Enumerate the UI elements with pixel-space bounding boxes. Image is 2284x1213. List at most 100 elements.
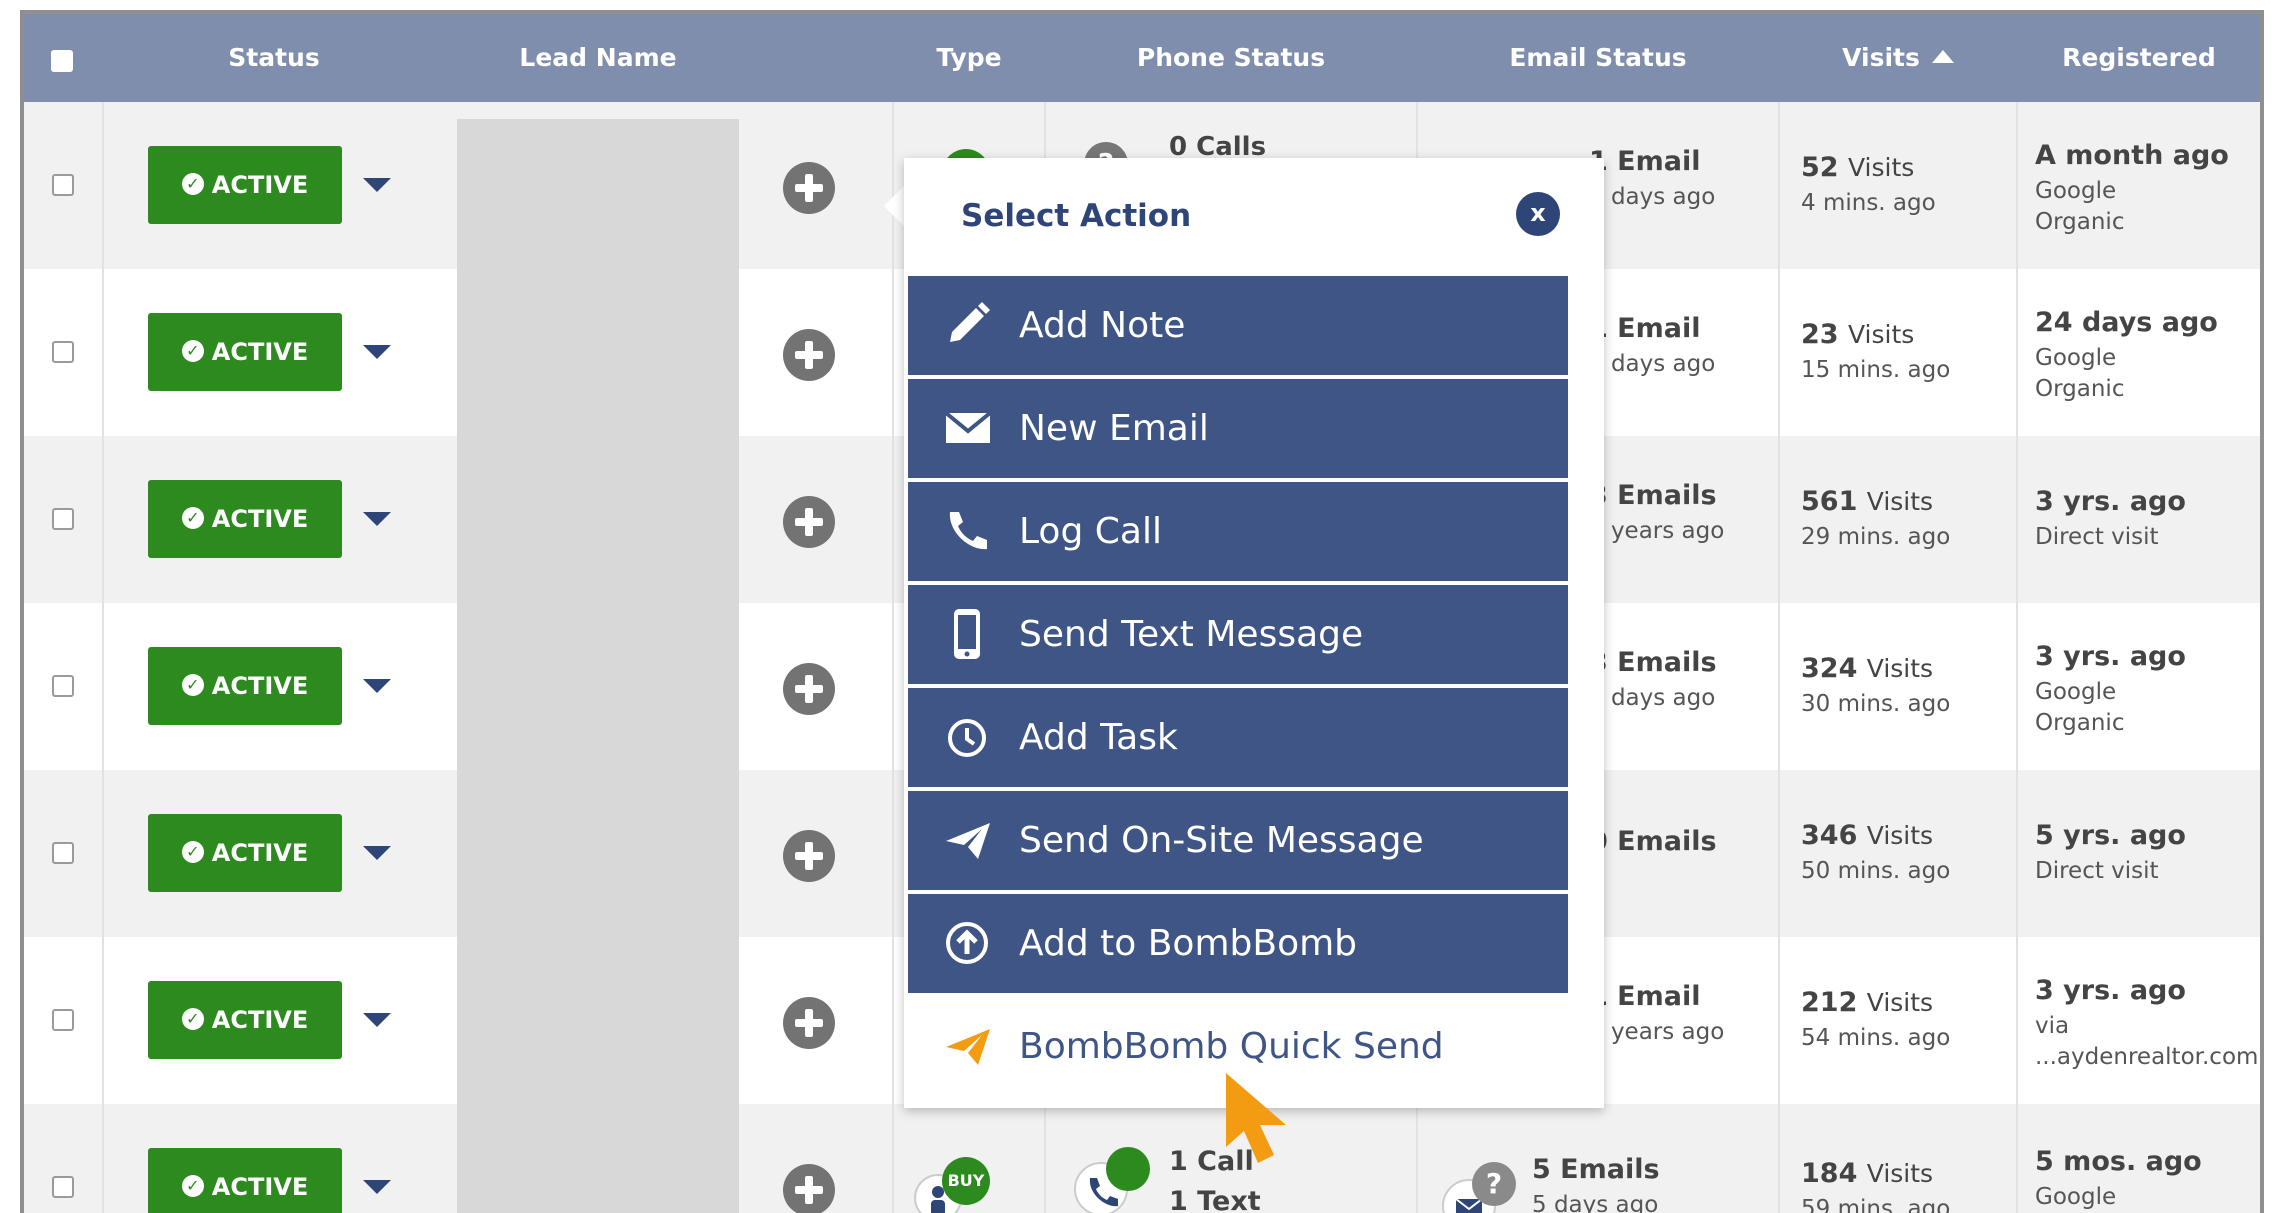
status-dropdown-caret[interactable] — [363, 1180, 391, 1194]
status-dropdown-caret[interactable] — [363, 512, 391, 526]
mouse-cursor-icon — [1226, 1073, 1286, 1163]
add-action-button[interactable] — [783, 997, 835, 1049]
email-count: 1 Email — [1589, 313, 1701, 344]
add-action-button[interactable] — [783, 1164, 835, 1213]
status-dropdown-caret[interactable] — [363, 679, 391, 693]
header-status[interactable]: Status — [124, 14, 424, 102]
header-email-status[interactable]: Email Status — [1418, 14, 1778, 102]
visits-time: 30 mins. ago — [1801, 691, 1951, 717]
visits-time: 15 mins. ago — [1801, 357, 1951, 383]
menu-item-add-task[interactable]: Add Task — [908, 688, 1568, 787]
status-dropdown-caret[interactable] — [363, 846, 391, 860]
visits-count: 23 Visits — [1801, 319, 1915, 350]
orange-paper-plane-icon — [942, 997, 992, 1096]
table-header: Status Lead Name Type Phone Status Email… — [24, 14, 2260, 102]
row-checkbox[interactable] — [52, 1176, 74, 1198]
select-all-checkbox[interactable] — [51, 50, 73, 72]
email-time: 2 years ago — [1589, 1019, 1725, 1045]
registered-time: 5 mos. ago — [2035, 1146, 2202, 1177]
add-action-button[interactable] — [783, 663, 835, 715]
registered-time: 3 yrs. ago — [2035, 975, 2186, 1006]
email-count: 3 Emails — [1589, 480, 1717, 511]
status-dropdown-caret[interactable] — [363, 345, 391, 359]
registered-source: Organic — [2035, 710, 2125, 736]
visits-time: 59 mins. ago — [1801, 1196, 1951, 1213]
row-checkbox[interactable] — [52, 508, 74, 530]
add-action-button[interactable] — [783, 329, 835, 381]
registered-source: Organic — [2035, 376, 2125, 402]
registered-time: 24 days ago — [2035, 307, 2218, 338]
registered-time: 5 yrs. ago — [2035, 820, 2186, 851]
row-checkbox[interactable] — [52, 174, 74, 196]
check-circle-icon: ✓ — [181, 841, 204, 863]
status-button[interactable]: ✓ ACTIVE — [148, 1148, 342, 1213]
type-badge: BUY — [942, 1157, 990, 1205]
status-dropdown-caret[interactable] — [363, 178, 391, 192]
lead-name-redacted — [457, 119, 739, 1213]
menu-item-add-bombbomb[interactable]: Add to BombBomb — [908, 894, 1568, 993]
menu-item-add-note[interactable]: Add Note — [908, 276, 1568, 375]
registered-source: Google — [2035, 679, 2117, 705]
header-visits-label: Visits — [1842, 43, 1920, 72]
popup-title: Select Action — [961, 198, 1192, 234]
status-button[interactable]: ✓ ACTIVE — [148, 480, 342, 558]
registered-source: ...aydenrealtor.com — [2035, 1044, 2259, 1070]
email-count: 1 Email — [1589, 981, 1701, 1012]
email-count: 3 Emails — [1589, 647, 1717, 678]
menu-item-log-call[interactable]: Log Call — [908, 482, 1568, 581]
registered-time: A month ago — [2035, 140, 2229, 171]
phone-icon — [942, 482, 992, 581]
registered-source: Direct visit — [2035, 524, 2159, 550]
check-circle-icon: ✓ — [181, 674, 204, 696]
clock-icon — [942, 688, 992, 787]
row-checkbox[interactable] — [52, 1009, 74, 1031]
header-registered[interactable]: Registered — [2018, 14, 2260, 102]
registered-source: via — [2035, 1013, 2070, 1039]
visits-count: 184 Visits — [1801, 1158, 1934, 1189]
visits-time: 54 mins. ago — [1801, 1025, 1951, 1051]
row-checkbox[interactable] — [52, 842, 74, 864]
menu-item-new-email[interactable]: New Email — [908, 379, 1568, 478]
add-action-button[interactable] — [783, 496, 835, 548]
header-visits[interactable]: Visits — [1780, 14, 2016, 102]
registered-source: Google — [2035, 1184, 2117, 1210]
visits-count: 52 Visits — [1801, 152, 1915, 183]
row-checkbox[interactable] — [52, 675, 74, 697]
status-button[interactable]: ✓ ACTIVE — [148, 981, 342, 1059]
leads-table-panel: Status Lead Name Type Phone Status Email… — [20, 10, 2264, 1213]
visits-count: 324 Visits — [1801, 653, 1934, 684]
mobile-icon — [942, 585, 992, 684]
header-type[interactable]: Type — [894, 14, 1044, 102]
visits-time: 50 mins. ago — [1801, 858, 1951, 884]
email-time: 2 years ago — [1589, 518, 1725, 544]
email-count: 5 Emails — [1532, 1154, 1660, 1185]
status-button[interactable]: ✓ ACTIVE — [148, 146, 342, 224]
visits-time: 29 mins. ago — [1801, 524, 1951, 550]
header-lead-name[interactable]: Lead Name — [457, 14, 739, 102]
close-button[interactable]: x — [1516, 192, 1560, 236]
select-action-popup: Select Action x Add Note New Email Log C… — [904, 158, 1604, 1108]
add-action-button[interactable] — [783, 830, 835, 882]
registered-time: 3 yrs. ago — [2035, 641, 2186, 672]
menu-item-send-text[interactable]: Send Text Message — [908, 585, 1568, 684]
paper-plane-icon — [942, 791, 992, 890]
sync-icon — [1106, 1147, 1150, 1191]
menu-item-send-onsite[interactable]: Send On-Site Message — [908, 791, 1568, 890]
status-button[interactable]: ✓ ACTIVE — [148, 313, 342, 391]
status-button[interactable]: ✓ ACTIVE — [148, 814, 342, 892]
column-divider — [892, 102, 894, 1213]
column-divider — [102, 102, 104, 1213]
status-button[interactable]: ✓ ACTIVE — [148, 647, 342, 725]
email-time: 5 days ago — [1589, 685, 1716, 711]
popup-pointer — [884, 184, 906, 228]
visits-count: 212 Visits — [1801, 987, 1934, 1018]
status-dropdown-caret[interactable] — [363, 1013, 391, 1027]
registered-source: Direct visit — [2035, 858, 2159, 884]
email-time: 5 days ago — [1532, 1192, 1659, 1213]
registered-source: Organic — [2035, 209, 2125, 235]
row-checkbox[interactable] — [52, 341, 74, 363]
email-time: 5 days ago — [1589, 351, 1716, 377]
add-action-button[interactable] — [783, 162, 835, 214]
header-phone-status[interactable]: Phone Status — [1046, 14, 1416, 102]
check-circle-icon: ✓ — [181, 1175, 204, 1197]
